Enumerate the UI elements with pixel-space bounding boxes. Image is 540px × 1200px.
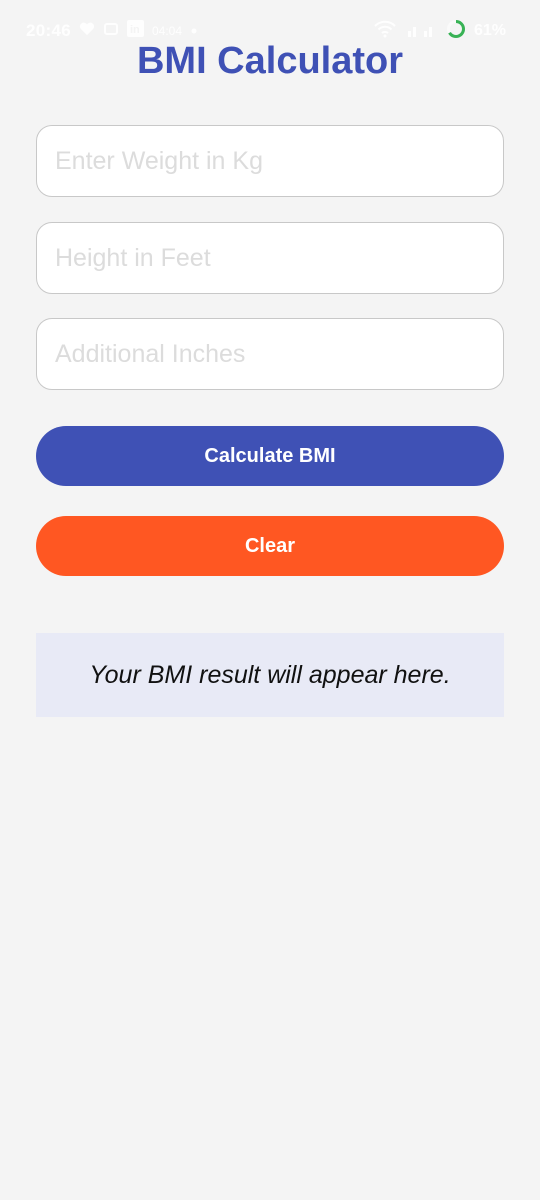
- battery-percent: 61%: [473, 22, 506, 39]
- status-right: 61%: [374, 19, 506, 42]
- result-box: Your BMI result will appear here.: [36, 633, 504, 717]
- calculate-bmi-button[interactable]: Calculate BMI: [36, 426, 504, 486]
- page-title: BMI Calculator: [136, 40, 404, 82]
- clear-button[interactable]: Clear: [36, 516, 504, 576]
- height-feet-field-container: [36, 222, 504, 294]
- status-time: 20:46: [26, 21, 71, 40]
- notification-text: 04:04: [151, 24, 183, 38]
- weight-field-container: [36, 125, 504, 197]
- dot-icon: [190, 22, 198, 40]
- status-left: 20:46 in 04:04: [26, 20, 198, 42]
- additional-inches-input[interactable]: [37, 319, 503, 389]
- linkedin-icon: in: [126, 20, 144, 42]
- weight-input[interactable]: [37, 126, 503, 196]
- svg-text:in: in: [130, 24, 140, 36]
- result-text: Your BMI result will appear here.: [89, 660, 451, 689]
- height-feet-input[interactable]: [37, 223, 503, 293]
- additional-inches-field-container: [36, 318, 504, 390]
- sync-icon: [103, 21, 119, 42]
- heart-icon: [79, 22, 95, 41]
